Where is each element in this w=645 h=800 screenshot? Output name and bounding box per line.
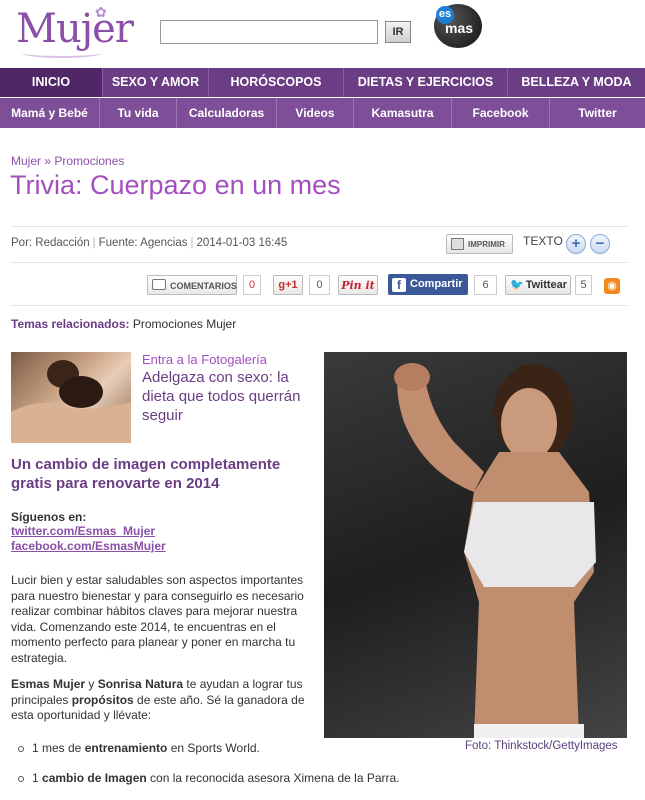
rss-icon[interactable]: ◉ — [604, 278, 620, 294]
text-increase-button[interactable]: + — [566, 234, 586, 254]
nav-item-horoscopos[interactable]: HORÓSCOPOS — [209, 68, 344, 97]
print-button[interactable]: IMPRIMIR — [446, 234, 513, 254]
list-item: 1 mes de entrenamiento en Sports World. — [18, 741, 260, 755]
brand-esmas: Esmas Mujer — [11, 677, 86, 691]
nav-item-facebook[interactable]: Facebook — [452, 98, 550, 128]
gplus-button[interactable]: g+1 — [273, 275, 303, 295]
divider — [11, 226, 627, 227]
couple-image — [11, 360, 131, 443]
bullet-bold: cambio de Imagen — [42, 771, 147, 785]
bullet-text: 1 — [32, 771, 43, 785]
author: Por: Redacción — [11, 237, 90, 249]
site-header: Mujer ✿ IR es mas — [0, 0, 645, 68]
gallery-title[interactable]: Adelgaza con sexo: la dieta que todos qu… — [142, 368, 318, 425]
comments-count: 0 — [243, 275, 261, 295]
article-meta: Por: Redacción | Fuente: Agencias | 2014-01-… — [11, 237, 288, 249]
bullet-text: en Sports World. — [167, 741, 260, 755]
facebook-share-button[interactable]: f Compartir — [388, 274, 468, 295]
nav-item-calculadoras[interactable]: Calculadoras — [177, 98, 277, 128]
article-title: Trivia: Cuerpazo en un mes — [10, 170, 341, 200]
search-input[interactable] — [160, 20, 378, 44]
logo-swoosh — [22, 48, 102, 58]
comments-button[interactable]: COMENTARIOS — [147, 275, 237, 295]
search-button[interactable]: IR — [385, 21, 411, 43]
divider — [11, 305, 627, 306]
primary-nav: INICIO SEXO Y AMOR HORÓSCOPOS DIETAS Y E… — [0, 68, 645, 97]
esmas-logo[interactable]: es mas — [434, 4, 482, 48]
related-topics-link[interactable]: Promociones Mujer — [133, 317, 236, 331]
p2-text: y — [85, 677, 98, 691]
fitness-woman-image — [394, 363, 596, 738]
facebook-link[interactable]: facebook.com/EsmasMujer — [11, 539, 166, 553]
gplus-count: 0 — [309, 275, 330, 295]
breadcrumb[interactable]: Mujer » Promociones — [11, 154, 124, 168]
list-item: 1 cambio de Imagen con la reconocida ase… — [18, 771, 400, 785]
gallery-thumbnail[interactable] — [11, 352, 131, 443]
comments-label: COMENTARIOS — [170, 281, 237, 291]
secondary-nav: Mamá y Bebé Tu vida Calculadoras Videos … — [0, 98, 645, 128]
twitter-share-label: Twittear — [525, 279, 568, 291]
publish-date: 2014-01-03 16:45 — [196, 237, 288, 249]
mujer-logo[interactable]: Mujer — [16, 6, 134, 52]
text-size-label: TEXTO — [523, 234, 563, 248]
divider — [11, 262, 627, 263]
twitter-count: 5 — [575, 275, 592, 295]
nav-item-inicio[interactable]: INICIO — [0, 68, 103, 97]
nav-item-belleza[interactable]: BELLEZA Y MODA — [508, 68, 645, 97]
photo-caption: Foto: Thinkstock/GettyImages — [465, 740, 618, 752]
text-decrease-button[interactable]: − — [590, 234, 610, 254]
nav-item-videos[interactable]: Videos — [277, 98, 354, 128]
twitter-share-button[interactable]: 🐦 Twittear — [505, 275, 571, 295]
related-topics: Temas relacionados: Promociones Mujer — [11, 317, 236, 331]
esmas-mas: mas — [445, 20, 474, 36]
pinit-button[interactable]: Pin it — [338, 275, 378, 295]
nav-item-kamasutra[interactable]: Kamasutra — [354, 98, 452, 128]
paragraph-2: Esmas Mujer y Sonrisa Natura te ayudan a… — [11, 677, 316, 724]
flower-icon: ✿ — [95, 4, 107, 20]
source: Fuente: Agencias — [98, 237, 188, 249]
bullet-text: con la reconocida asesora Ximena de la P… — [146, 771, 400, 785]
nav-item-tu-vida[interactable]: Tu vida — [100, 98, 177, 128]
gallery-label[interactable]: Entra a la Fotogalería — [142, 352, 267, 367]
bullet-text: 1 mes de — [32, 741, 85, 755]
article-subtitle: Un cambio de imagen completamente gratis… — [11, 456, 281, 492]
nav-item-mama-bebe[interactable]: Mamá y Bebé — [0, 98, 100, 128]
facebook-icon: f — [392, 278, 406, 292]
facebook-count: 6 — [474, 275, 497, 295]
follow-label: Síguenos en: — [11, 510, 87, 524]
comment-icon — [152, 279, 166, 290]
bullet-bold: entrenamiento — [84, 741, 168, 755]
facebook-share-label: Compartir — [410, 278, 463, 290]
paragraph-1: Lucir bien y estar saludables son aspect… — [11, 573, 304, 665]
nav-item-dietas[interactable]: DIETAS Y EJERCICIOS — [344, 68, 508, 97]
print-label: IMPRIMIR — [468, 240, 505, 249]
twitter-icon: 🐦 — [510, 279, 524, 291]
related-topics-label: Temas relacionados: — [11, 317, 130, 331]
nav-item-twitter[interactable]: Twitter — [550, 98, 645, 128]
main-photo — [324, 352, 627, 738]
twitter-link[interactable]: twitter.com/Esmas_Mujer — [11, 524, 155, 538]
printer-icon — [451, 238, 464, 250]
nav-item-sexo-y-amor[interactable]: SEXO Y AMOR — [103, 68, 209, 97]
p2-bold: propósitos — [71, 692, 134, 707]
brand-sonrisa: Sonrisa Natura — [97, 677, 184, 691]
